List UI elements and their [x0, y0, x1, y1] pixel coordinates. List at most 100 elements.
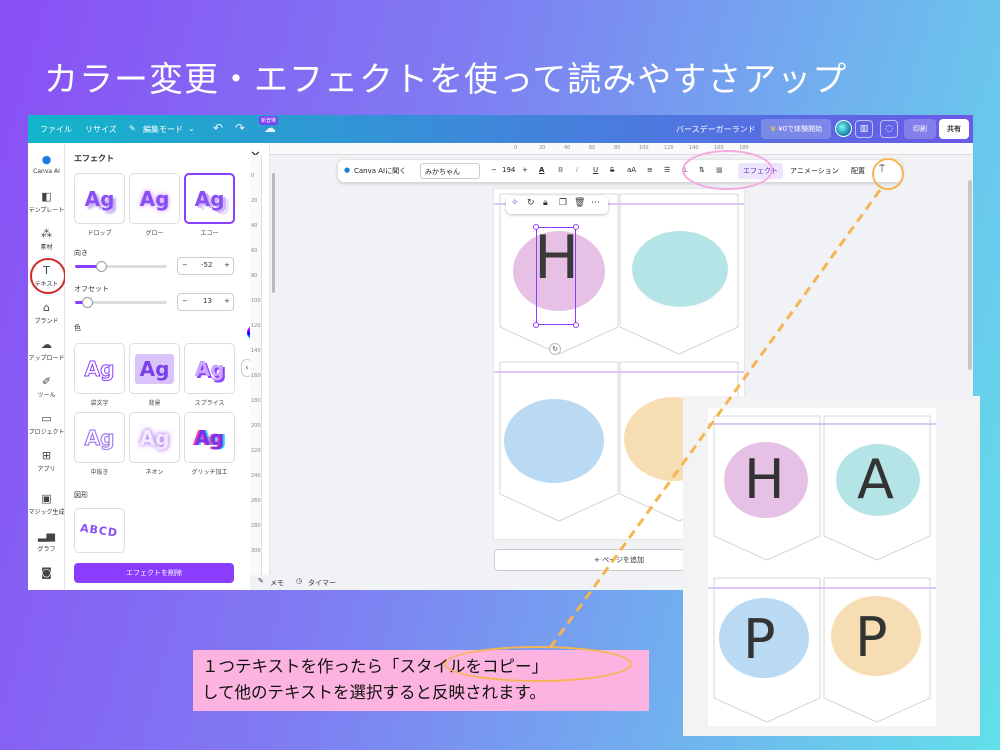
direction-stepper[interactable]: − -52 +	[177, 257, 234, 275]
shadow-drop-tile[interactable]: Ag	[74, 173, 125, 224]
animate-button[interactable]: アニメーション	[790, 166, 839, 176]
change-case-button[interactable]: aA	[627, 166, 636, 174]
direction-slider[interactable]	[75, 261, 167, 272]
curve-text-sample: ABCD	[79, 521, 120, 540]
rail-label: グラフ	[37, 546, 56, 553]
cloud-save-icon[interactable]: ☁	[264, 121, 276, 135]
plus-icon[interactable]: +	[224, 261, 230, 269]
more-icon[interactable]: ⋯	[591, 198, 600, 208]
resize-handle[interactable]	[573, 322, 579, 328]
ruler-tick-label: 0	[251, 173, 255, 179]
ruler-tick-label: 140	[689, 145, 699, 151]
minus-icon[interactable]: −	[182, 297, 188, 305]
font-selector[interactable]: みかちゃん	[420, 163, 480, 179]
lock-icon[interactable]: 🔒︎	[543, 198, 548, 208]
document-title[interactable]: バースデーガーランド	[676, 124, 756, 135]
copy-style-highlight-circle	[872, 158, 904, 190]
shadow-echo-tile[interactable]: Ag	[184, 173, 235, 224]
italic-icon[interactable]: I	[576, 166, 578, 174]
text-color-icon[interactable]: A	[539, 166, 544, 174]
ruler-tick-label: 160	[251, 373, 261, 379]
selection-box[interactable]	[536, 227, 576, 325]
rail-more[interactable]: ◙	[28, 566, 65, 581]
teal-watercolor-blot	[632, 231, 728, 307]
rail-upload[interactable]: ☁ アップロード	[28, 338, 65, 362]
blue-watercolor-blot	[504, 399, 604, 483]
timer-icon[interactable]: ◷	[296, 577, 302, 585]
style-outline-tile[interactable]: Ag	[74, 343, 125, 394]
bold-icon[interactable]: B	[558, 166, 563, 174]
preview-letter-p2: P	[855, 606, 888, 669]
plus-icon[interactable]: +	[224, 297, 230, 305]
redo-icon[interactable]: ↷	[235, 121, 245, 135]
ruler-top: 0 20 40 60 80 100 120 140 160 180	[270, 143, 973, 155]
style-splice-tile[interactable]: Ag	[184, 343, 235, 394]
font-size-minus[interactable]: −	[491, 166, 497, 174]
offset-slider-knob[interactable]	[81, 297, 93, 308]
rail-chart[interactable]: ▂▅ グラフ	[28, 529, 65, 553]
panel-scrollbar[interactable]	[272, 173, 275, 293]
print-button[interactable]: 印刷	[904, 119, 936, 139]
rail-elements[interactable]: ⁂ 素材	[28, 227, 65, 251]
canvas-scrollbar[interactable]	[968, 180, 972, 370]
timer-button[interactable]: タイマー	[308, 578, 336, 588]
font-size-value[interactable]: 194	[502, 166, 515, 174]
ruler-tick-label: 0	[514, 145, 518, 151]
avatar[interactable]	[835, 120, 852, 137]
canva-ai-icon: ●	[344, 166, 351, 174]
magic-edit-icon[interactable]: ✧	[511, 198, 519, 208]
style-background-tile[interactable]: Ag	[129, 343, 180, 394]
strikethrough-icon[interactable]: S	[610, 166, 614, 174]
rail-tools[interactable]: ✐ ツール	[28, 375, 65, 399]
rail-canva-ai[interactable]: ● Canva AI	[28, 153, 65, 175]
resize-handle[interactable]	[533, 224, 539, 230]
memo-button[interactable]: メモ	[270, 578, 284, 588]
style-neon-tile[interactable]: Ag	[129, 412, 180, 463]
comment-icon[interactable]: ◌	[880, 120, 898, 138]
position-button[interactable]: 配置	[851, 166, 865, 176]
align-center-icon[interactable]: ≡	[647, 166, 653, 174]
font-size-plus[interactable]: +	[522, 166, 528, 174]
shadow-glow-tile[interactable]: Ag	[129, 173, 180, 224]
ruler-tick-label: 120	[664, 145, 674, 151]
list-icon[interactable]: ☰	[664, 166, 670, 174]
undo-icon[interactable]: ↶	[213, 121, 223, 135]
ask-canva-ai-button[interactable]: Canva AIに聞く	[354, 166, 406, 176]
tile-label: グロー	[145, 230, 164, 237]
ruler-tick-label: 40	[564, 145, 571, 151]
rail-label: テンプレート	[28, 207, 65, 214]
trial-button[interactable]: ♛ ¥0で体験開始	[761, 119, 831, 139]
memo-icon[interactable]: ✎	[258, 577, 264, 585]
shape-curve-tile[interactable]: ABCD	[74, 508, 125, 553]
share-button[interactable]: 共有	[939, 119, 969, 139]
rail-project[interactable]: ▭ プロジェクト	[28, 412, 65, 436]
delete-effect-button[interactable]: エフェクトを削除	[74, 563, 234, 583]
slide: カラー変更・エフェクトを使って読みやすさアップ ファイル リサイズ ✎ 編集モー…	[0, 0, 1000, 750]
insights-icon[interactable]: ▥	[855, 120, 873, 138]
rotate-icon[interactable]: ↻	[527, 198, 535, 208]
duplicate-icon[interactable]: ❐	[559, 198, 567, 208]
rail-magic[interactable]: ▣ マジック生成	[28, 492, 65, 516]
resize-handle[interactable]	[533, 322, 539, 328]
direction-value: -52	[201, 261, 213, 269]
file-menu[interactable]: ファイル	[40, 124, 72, 135]
trash-icon[interactable]: 🗑︎	[574, 198, 585, 208]
resize-menu[interactable]: リサイズ	[85, 124, 117, 135]
rail-brand[interactable]: ⌂ ブランド	[28, 301, 65, 325]
ruler-tick-label: 40	[251, 223, 258, 229]
offset-stepper[interactable]: − 13 +	[177, 293, 234, 311]
style-glitch-tile[interactable]: Ag	[184, 412, 235, 463]
offset-slider[interactable]	[75, 297, 167, 308]
rail-apps[interactable]: ⊞ アプリ	[28, 449, 65, 473]
edit-mode-menu[interactable]: 編集モード	[143, 124, 183, 135]
resize-handle[interactable]	[573, 224, 579, 230]
style-hollow-tile[interactable]: Ag	[74, 412, 125, 463]
ruler-tick-label: 240	[251, 473, 261, 479]
rail-label: Canva AI	[33, 168, 60, 175]
minus-icon[interactable]: −	[182, 261, 188, 269]
underline-icon[interactable]: U	[593, 166, 598, 174]
rail-template[interactable]: ◧ テンプレート	[28, 190, 65, 214]
rotate-handle-icon[interactable]: ↻	[549, 343, 561, 355]
direction-slider-knob[interactable]	[95, 261, 107, 272]
tile-label: ドロップ	[87, 230, 112, 237]
